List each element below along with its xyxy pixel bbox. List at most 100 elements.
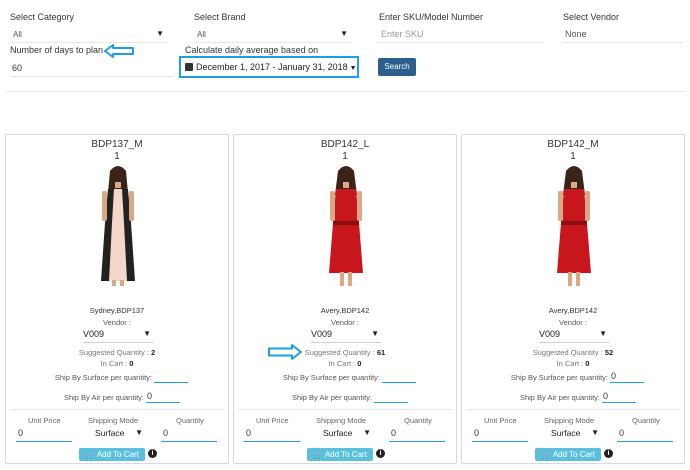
product-count: 1 <box>570 151 576 162</box>
in-cart-label: In Cart : <box>100 359 128 368</box>
vendor-select[interactable]: None <box>563 27 683 43</box>
in-cart-label: In Cart : <box>556 359 584 368</box>
product-count: 1 <box>114 151 120 162</box>
vendor-select[interactable]: V009 ▼ <box>311 329 381 343</box>
product-image <box>329 166 363 286</box>
filter-panel: Select Category All ▼ Select Brand All ▼… <box>0 0 690 92</box>
vendor-label: Vendor : <box>103 318 131 327</box>
suggested-quantity: Suggested Quantity : 61 <box>234 348 456 357</box>
shipping-mode-label: Shipping Mode <box>88 416 139 425</box>
chevron-down-icon: ▼ <box>371 329 379 338</box>
vendor-label: Select Vendor <box>563 12 620 22</box>
category-label: Select Category <box>10 12 75 22</box>
quantity-input[interactable]: 0 <box>617 428 673 442</box>
chevron-down-icon: ▼ <box>599 329 607 338</box>
info-icon[interactable]: i <box>148 449 157 458</box>
vendor-select[interactable]: V009 ▼ <box>83 329 153 343</box>
in-cart-label: In Cart : <box>328 359 356 368</box>
shipping-mode-label: Shipping Mode <box>316 416 367 425</box>
shipping-mode-select[interactable]: Surface ▼ <box>323 428 373 442</box>
in-cart: In Cart : 0 <box>234 359 456 368</box>
ship-air-label: Ship By Air per quantity: <box>63 393 144 402</box>
add-to-cart-button[interactable]: 🛒 Add To Cart <box>535 448 601 461</box>
shipping-mode-label: Shipping Mode <box>544 416 595 425</box>
quantity-label: Quantity <box>404 416 432 425</box>
add-to-cart-label: Add To Cart <box>552 450 595 459</box>
ship-air-label: Ship By Air per quantity: <box>291 393 372 402</box>
product-card: BDP137_M 1 Sydney,BDP137 Vendor : V009 ▼… <box>5 134 229 464</box>
product-card: BDP142_L 1 Avery,BDP142 Vendor : V009 ▼ … <box>233 134 457 464</box>
info-icon[interactable]: i <box>376 449 385 458</box>
in-cart-value: 0 <box>357 359 362 368</box>
suggested-quantity: Suggested Quantity : 52 <box>462 348 684 357</box>
ship-surface-input[interactable]: 0 <box>610 371 644 383</box>
date-range-picker[interactable]: December 1, 2017 - January 31, 2018 ▼ <box>179 56 359 78</box>
in-cart: In Cart : 0 <box>6 359 228 368</box>
days-input[interactable]: 60 <box>10 61 174 77</box>
calendar-icon <box>185 63 193 71</box>
add-to-cart-button[interactable]: 🛒 Add To Cart <box>79 448 145 461</box>
vendor-select[interactable]: V009 ▼ <box>539 329 609 343</box>
product-name: Avery,BDP142 <box>320 306 370 315</box>
days-label: Number of days to plan <box>10 45 104 55</box>
sku-input[interactable]: Enter SKU <box>379 27 543 43</box>
vendor-label: Vendor : <box>331 318 359 327</box>
ship-air-label: Ship By Air per quantity: <box>519 393 600 402</box>
add-to-cart-label: Add To Cart <box>96 450 139 459</box>
unit-price-input[interactable]: 0 <box>16 428 72 442</box>
add-to-cart-button[interactable]: 🛒 Add To Cart <box>307 448 373 461</box>
suggested-value: 2 <box>150 348 156 357</box>
product-image <box>101 166 135 286</box>
divider <box>466 409 680 410</box>
quantity-input[interactable]: 0 <box>389 428 445 442</box>
product-sku: BDP137_M <box>91 139 143 150</box>
chevron-down-icon: ▼ <box>135 428 143 437</box>
info-icon[interactable]: i <box>604 449 613 458</box>
unit-price-label: Unit Price <box>28 416 61 425</box>
average-label: Calculate daily average based on <box>185 45 319 55</box>
unit-price-input[interactable]: 0 <box>244 428 300 442</box>
search-button[interactable]: Search <box>378 58 416 76</box>
add-to-cart-label: Add To Cart <box>324 450 367 459</box>
vendor-value: V009 <box>311 329 333 339</box>
suggested-value: 61 <box>376 348 386 357</box>
product-count: 1 <box>342 151 348 162</box>
category-value: All <box>13 30 22 39</box>
vendor-value: V009 <box>83 329 105 339</box>
unit-price-input[interactable]: 0 <box>472 428 528 442</box>
brand-select[interactable]: All ▼ <box>194 27 350 43</box>
sku-label: Enter SKU/Model Number <box>379 12 484 22</box>
quantity-label: Quantity <box>632 416 660 425</box>
ship-surface-label: Ship By Surface per quantity: <box>510 373 608 382</box>
ship-air-input[interactable]: 0 <box>146 391 180 403</box>
arrow-left-icon <box>104 44 134 58</box>
in-cart-value: 0 <box>585 359 590 368</box>
suggested-quantity: Suggested Quantity : 2 <box>6 348 228 357</box>
shipping-mode-select[interactable]: Surface ▼ <box>95 428 145 442</box>
shipping-mode-value: Surface <box>551 428 581 438</box>
unit-price-label: Unit Price <box>256 416 289 425</box>
product-name: Avery,BDP142 <box>548 306 598 315</box>
brand-label: Select Brand <box>194 12 246 22</box>
quantity-label: Quantity <box>176 416 204 425</box>
ship-air-input[interactable]: 0 <box>602 391 636 403</box>
category-select[interactable]: All ▼ <box>10 27 166 43</box>
ship-surface-input[interactable] <box>382 371 416 383</box>
chevron-down-icon: ▼ <box>156 29 164 38</box>
product-name: Sydney,BDP137 <box>89 306 145 315</box>
suggested-label: Suggested Quantity : <box>78 348 149 357</box>
quantity-input[interactable]: 0 <box>161 428 217 442</box>
suggested-label: Suggested Quantity : <box>304 348 375 357</box>
shipping-mode-select[interactable]: Surface ▼ <box>551 428 601 442</box>
ship-surface-label: Ship By Surface per quantity: <box>282 373 380 382</box>
product-sku: BDP142_M <box>547 139 599 150</box>
caret-down-icon: ▼ <box>349 65 357 72</box>
vendor-label: Vendor : <box>559 318 587 327</box>
ship-air-input[interactable] <box>374 391 408 403</box>
cart-icon: 🛒 <box>541 450 552 459</box>
ship-surface-input[interactable] <box>154 371 188 383</box>
divider <box>238 409 452 410</box>
ship-surface-label: Ship By Surface per quantity: <box>54 373 152 382</box>
vendor-value: V009 <box>539 329 561 339</box>
chevron-down-icon: ▼ <box>143 329 151 338</box>
